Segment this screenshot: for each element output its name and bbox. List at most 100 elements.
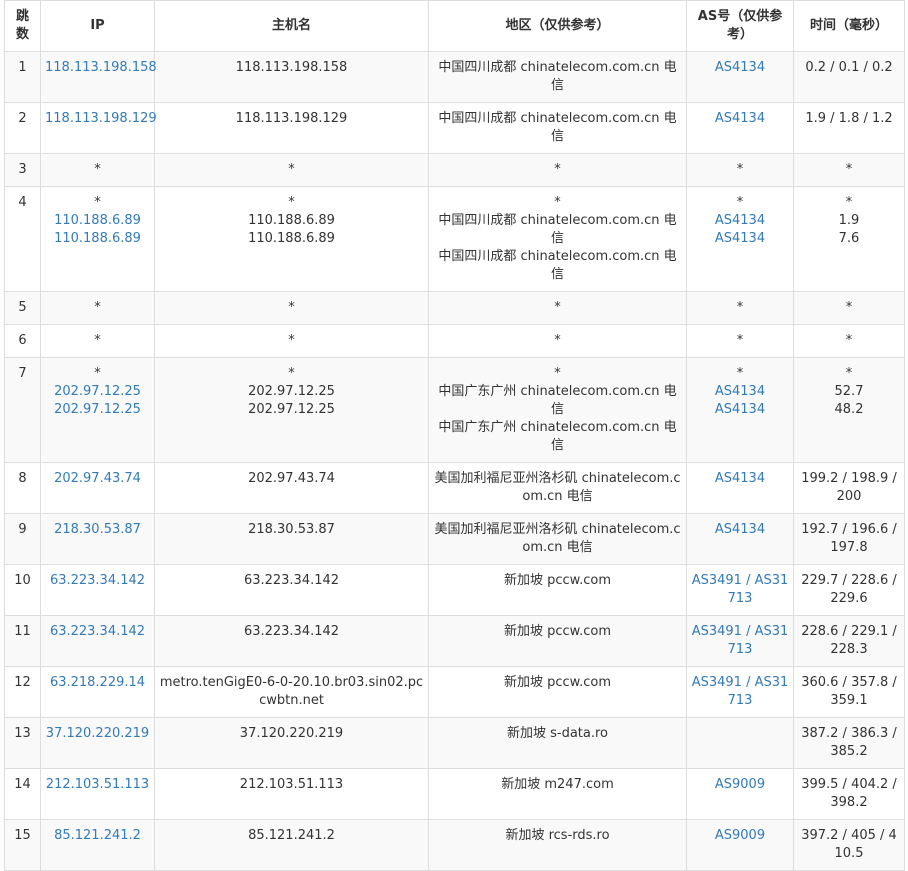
cell-hostname: 118.113.198.129 bbox=[154, 102, 429, 154]
cell-as: AS9009 bbox=[686, 819, 794, 871]
host-value: * bbox=[288, 162, 295, 177]
time-value: 7.6 bbox=[838, 231, 860, 246]
as-value-link[interactable]: AS9009 bbox=[691, 827, 789, 845]
host-value: 118.113.198.129 bbox=[235, 111, 348, 126]
cell-hop: 9 bbox=[4, 513, 41, 565]
cell-hop: 10 bbox=[4, 564, 41, 616]
region-value: 中国四川成都 chinatelecom.com.cn 电信 bbox=[438, 213, 677, 246]
cell-hop: 3 bbox=[4, 153, 41, 187]
header-hop: 跳数 bbox=[4, 0, 41, 52]
region-value: 新加坡 rcs-rds.ro bbox=[505, 828, 610, 843]
table-row: 5 * * * * * bbox=[4, 291, 905, 325]
ip-value-link[interactable]: 212.103.51.113 bbox=[45, 776, 150, 794]
as-value-link[interactable]: AS4134 bbox=[691, 521, 789, 539]
header-region: 地区（仅供参考） bbox=[428, 0, 687, 52]
ip-value-link[interactable]: 85.121.241.2 bbox=[45, 827, 150, 845]
time-value: 399.5 / 404.2 / 398.2 bbox=[801, 777, 897, 810]
cell-time: 397.2 / 405 / 410.5 bbox=[793, 819, 905, 871]
cell-hop: 8 bbox=[4, 462, 41, 514]
cell-time: 199.2 / 198.9 / 200 bbox=[793, 462, 905, 514]
cell-region: 中国四川成都 chinatelecom.com.cn 电信 bbox=[428, 102, 687, 154]
ip-value-link[interactable]: 202.97.12.25 bbox=[45, 401, 150, 419]
cell-ip: 218.30.53.87 bbox=[40, 513, 155, 565]
region-value: 新加坡 pccw.com bbox=[503, 624, 611, 639]
as-value-link[interactable]: AS4134 bbox=[691, 230, 789, 248]
as-value-link[interactable]: AS3491 / AS31713 bbox=[691, 674, 789, 710]
time-value: 199.2 / 198.9 / 200 bbox=[801, 471, 897, 504]
time-value: * bbox=[845, 162, 853, 177]
cell-hostname: * 202.97.12.25 202.97.12.25 bbox=[154, 357, 429, 463]
cell-region: 新加坡 s-data.ro bbox=[428, 717, 687, 769]
table-row: 11 63.223.34.142 63.223.34.142 新加坡 pccw.com… bbox=[4, 615, 905, 667]
time-value: 1.9 bbox=[838, 213, 860, 228]
cell-ip: 118.113.198.158 bbox=[40, 51, 157, 103]
as-value-link[interactable]: AS4134 bbox=[691, 401, 789, 419]
as-value-link[interactable]: AS4134 bbox=[691, 59, 789, 77]
cell-hostname: * bbox=[154, 153, 429, 187]
cell-as: AS3491 / AS31713 bbox=[686, 615, 794, 667]
host-value: 202.97.12.25 bbox=[248, 384, 335, 399]
cell-as: AS4134 bbox=[686, 513, 794, 565]
ip-value-link[interactable]: 202.97.12.25 bbox=[45, 383, 150, 401]
as-value-link[interactable]: AS4134 bbox=[691, 470, 789, 488]
ip-value: * bbox=[94, 162, 101, 177]
ip-value-link[interactable]: 218.30.53.87 bbox=[45, 521, 150, 539]
cell-as: AS4134 bbox=[686, 102, 794, 154]
as-value-link[interactable]: AS4134 bbox=[691, 383, 789, 401]
as-value-link[interactable]: AS9009 bbox=[691, 776, 789, 794]
table-row: 12 63.218.229.14 metro.tenGigE0-6-0-20.10.… bbox=[4, 666, 905, 718]
region-value: * bbox=[554, 333, 561, 348]
table-body: 1 118.113.198.158 118.113.198.158 中国四川成都 ch… bbox=[4, 51, 905, 871]
table-row: 6 * * * * * bbox=[4, 324, 905, 358]
table-row: 9 218.30.53.87 218.30.53.87 美国加利福尼亚州洛杉矶 chi… bbox=[4, 513, 905, 565]
header-row: 跳数 IP 主机名 地区（仅供参考） AS号（仅供参考） 时间（毫秒） bbox=[4, 0, 905, 52]
host-value: 63.223.34.142 bbox=[243, 624, 340, 639]
cell-hostname: 37.120.220.219 bbox=[154, 717, 429, 769]
cell-as: * AS4134 AS4134 bbox=[686, 357, 794, 463]
region-value: 美国加利福尼亚州洛杉矶 chinatelecom.com.cn 电信 bbox=[434, 471, 681, 504]
host-value: 85.121.241.2 bbox=[248, 828, 335, 843]
cell-hostname: 63.223.34.142 bbox=[154, 615, 429, 667]
cell-hop: 1 bbox=[4, 51, 41, 103]
ip-value-link[interactable]: 63.223.34.142 bbox=[45, 623, 150, 641]
ip-value-link[interactable]: 202.97.43.74 bbox=[45, 470, 150, 488]
region-value: 中国广东广州 chinatelecom.com.cn 电信 bbox=[438, 384, 677, 417]
cell-time: 387.2 / 386.3 / 385.2 bbox=[793, 717, 905, 769]
ip-value-link[interactable]: 110.188.6.89 bbox=[45, 230, 150, 248]
cell-as: * bbox=[686, 291, 794, 325]
ip-value-link[interactable]: 63.223.34.142 bbox=[45, 572, 150, 590]
region-value: 新加坡 pccw.com bbox=[503, 573, 611, 588]
table-row: 4 * 110.188.6.89 110.188.6.89 * 110.188.6.89 1… bbox=[4, 186, 905, 292]
ip-value: * bbox=[94, 366, 101, 381]
ip-value-link[interactable]: 118.113.198.158 bbox=[45, 59, 157, 77]
host-value: 212.103.51.113 bbox=[239, 777, 344, 792]
region-value: 中国四川成都 chinatelecom.com.cn 电信 bbox=[438, 249, 677, 282]
ip-value-link[interactable]: 118.113.198.129 bbox=[45, 110, 157, 128]
cell-as bbox=[686, 717, 794, 769]
table-row: 7 * 202.97.12.25 202.97.12.25 * 202.97.12.25 2… bbox=[4, 357, 905, 463]
cell-as: * bbox=[686, 324, 794, 358]
time-value: 1.9 / 1.8 / 1.2 bbox=[805, 111, 893, 126]
host-value: 63.223.34.142 bbox=[243, 573, 340, 588]
as-value-link[interactable]: AS4134 bbox=[691, 212, 789, 230]
cell-hostname: 85.121.241.2 bbox=[154, 819, 429, 871]
cell-ip: 118.113.198.129 bbox=[40, 102, 157, 154]
as-value-link[interactable]: AS4134 bbox=[691, 110, 789, 128]
host-value: 218.30.53.87 bbox=[248, 522, 335, 537]
as-value: * bbox=[736, 366, 744, 381]
table-row: 3 * * * * * bbox=[4, 153, 905, 187]
region-value: 中国四川成都 chinatelecom.com.cn 电信 bbox=[438, 60, 677, 93]
cell-hop: 5 bbox=[4, 291, 41, 325]
ip-value-link[interactable]: 63.218.229.14 bbox=[45, 674, 150, 692]
cell-hostname: 63.223.34.142 bbox=[154, 564, 429, 616]
cell-as: AS3491 / AS31713 bbox=[686, 564, 794, 616]
ip-value-link[interactable]: 37.120.220.219 bbox=[45, 725, 150, 743]
host-value: 37.120.220.219 bbox=[239, 726, 344, 741]
ip-value-link[interactable]: 110.188.6.89 bbox=[45, 212, 150, 230]
cell-time: * bbox=[793, 291, 905, 325]
as-value-link[interactable]: AS3491 / AS31713 bbox=[691, 623, 789, 659]
cell-as: AS9009 bbox=[686, 768, 794, 820]
cell-ip: 212.103.51.113 bbox=[40, 768, 155, 820]
cell-ip: 37.120.220.219 bbox=[40, 717, 155, 769]
as-value-link[interactable]: AS3491 / AS31713 bbox=[691, 572, 789, 608]
